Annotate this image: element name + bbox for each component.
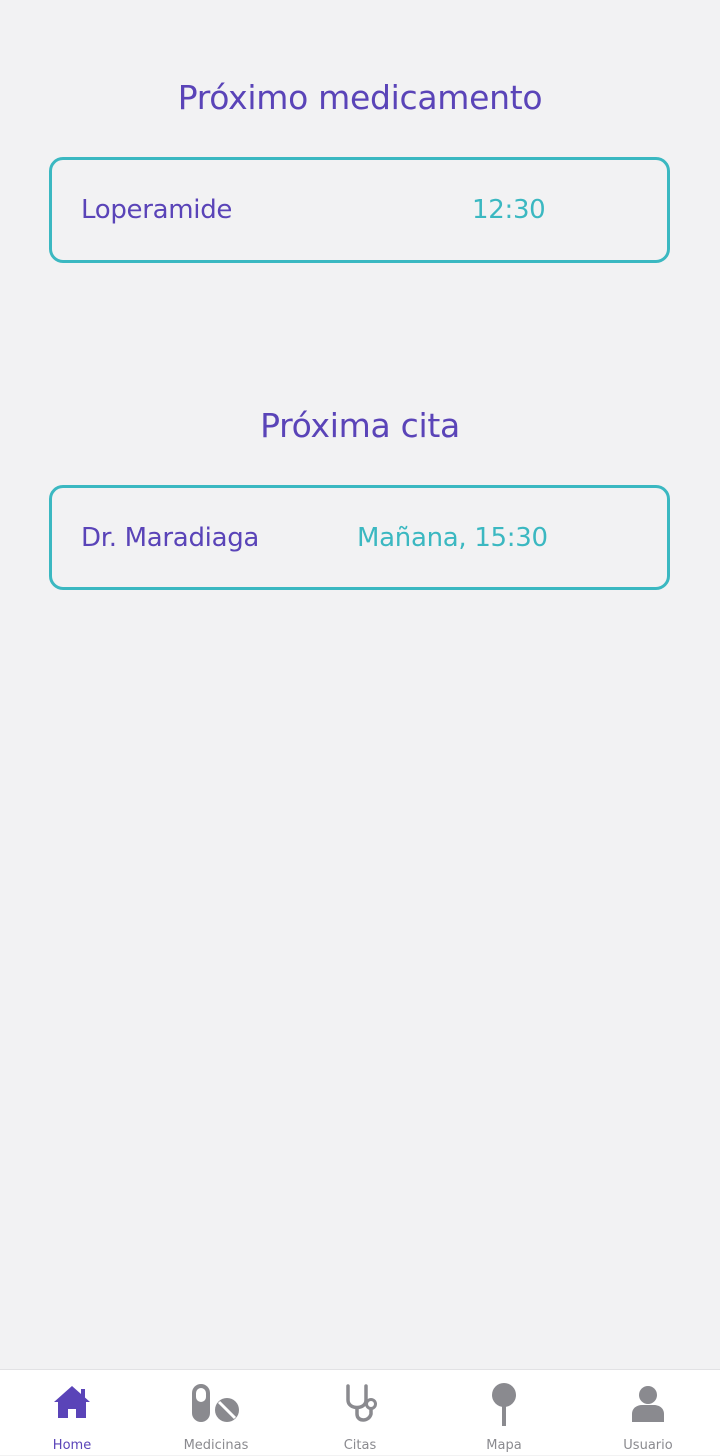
next-medication-card[interactable]: Loperamide 12:30 (49, 157, 670, 263)
nav-label-usuario: Usuario (623, 1438, 673, 1453)
nav-item-mapa[interactable]: Mapa (432, 1370, 576, 1456)
next-appointment-card[interactable]: Dr. Maradiaga Mañana, 15:30 (49, 485, 670, 590)
nav-item-home[interactable]: Home (0, 1370, 144, 1456)
bottom-navigation: Home Medicinas Citas Mapa Usuario (0, 1369, 720, 1455)
stethoscope-icon (346, 1384, 377, 1422)
nav-label-mapa: Mapa (486, 1438, 522, 1453)
map-pin-icon (492, 1383, 516, 1426)
next-medication-title: Próximo medicamento (177, 78, 543, 117)
next-appointment-title: Próxima cita (260, 406, 460, 445)
pills-icon (192, 1384, 239, 1422)
appointment-doctor: Dr. Maradiaga (81, 522, 260, 553)
nav-label-citas: Citas (343, 1438, 377, 1453)
home-icon (54, 1386, 90, 1418)
appointment-time: Mañana, 15:30 (357, 522, 548, 553)
nav-item-citas[interactable]: Citas (288, 1370, 432, 1456)
nav-item-usuario[interactable]: Usuario (576, 1370, 720, 1456)
medication-time: 12:30 (472, 195, 546, 225)
nav-label-home: Home (52, 1438, 92, 1453)
nav-label-medicinas: Medicinas (183, 1438, 249, 1453)
user-icon (632, 1386, 664, 1422)
medication-name: Loperamide (81, 195, 233, 225)
nav-item-medicinas[interactable]: Medicinas (144, 1370, 288, 1456)
